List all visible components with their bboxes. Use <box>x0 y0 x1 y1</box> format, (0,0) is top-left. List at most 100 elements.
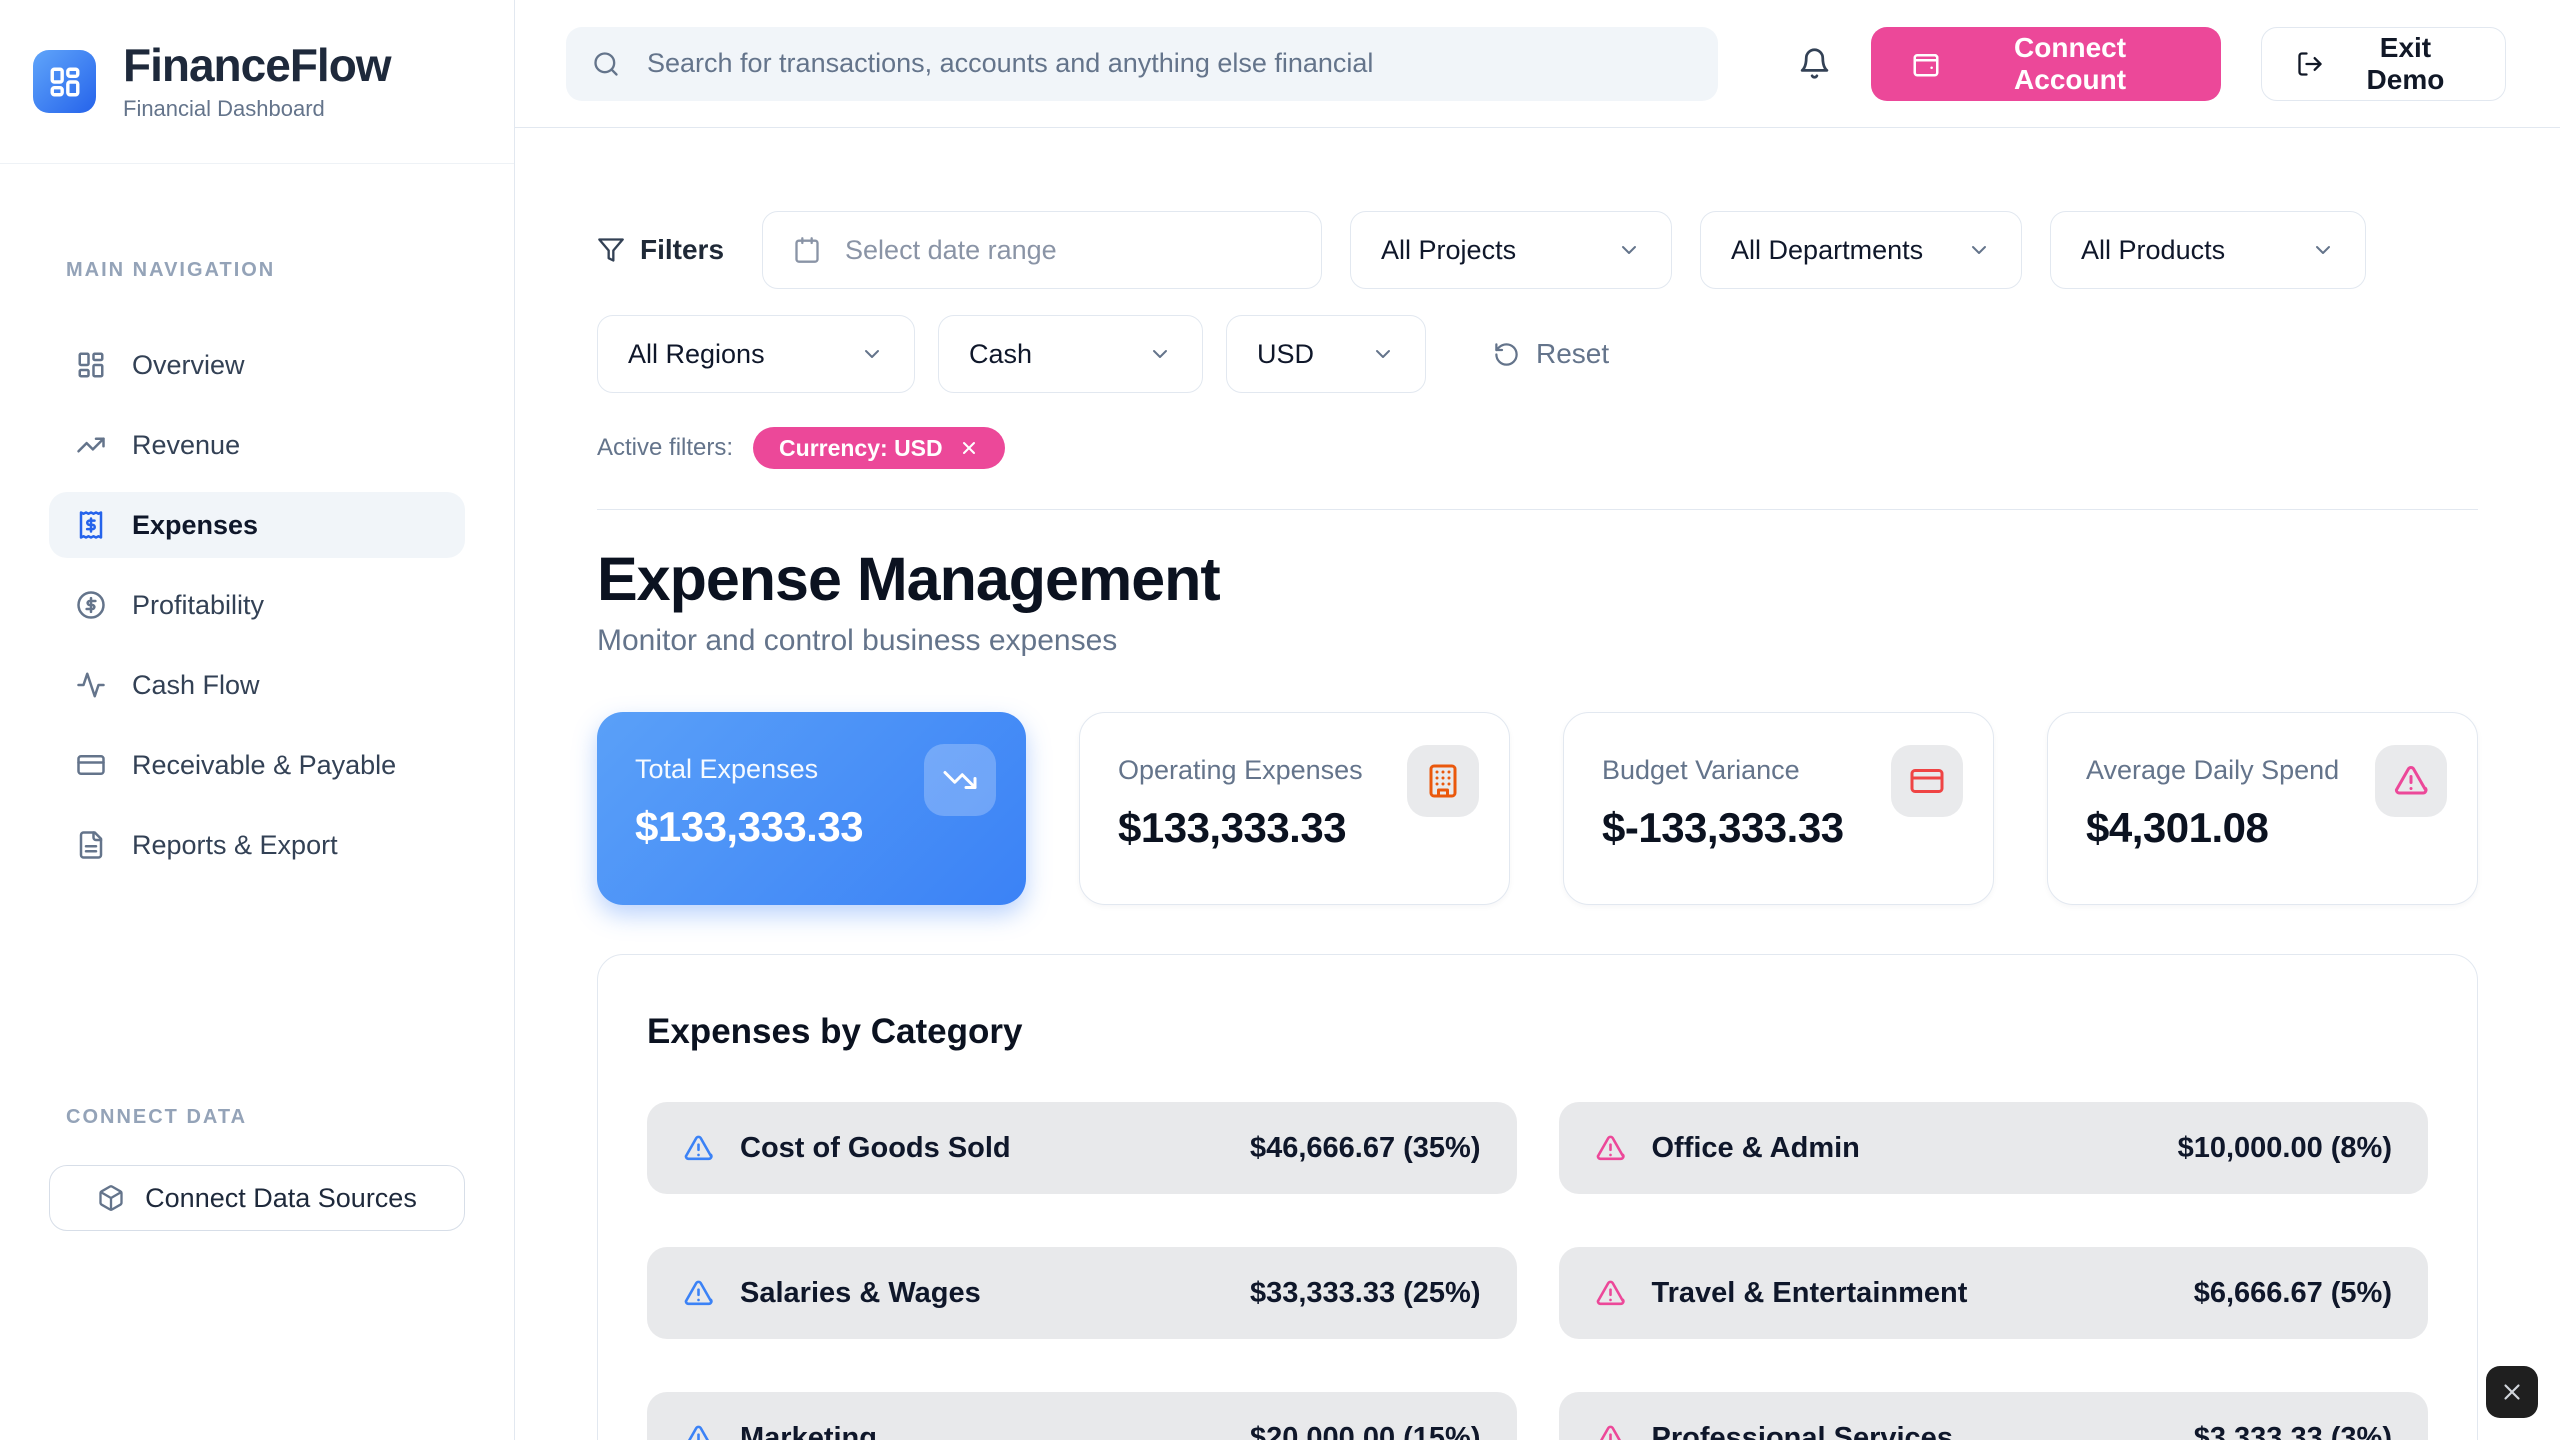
circle-dollar-icon <box>76 590 106 620</box>
active-filter-chip-currency[interactable]: Currency: USD <box>753 427 1005 469</box>
brand-block: FinanceFlow Financial Dashboard <box>0 0 514 164</box>
category-row-salaries-wages[interactable]: Salaries & Wages $33,333.33 (25%) <box>647 1247 1517 1339</box>
file-text-icon <box>76 830 106 860</box>
connect-data-heading: CONNECT DATA <box>66 1106 514 1129</box>
log-out-icon <box>2296 50 2324 78</box>
payment-method-filter-select[interactable]: Cash <box>938 315 1203 393</box>
date-range-picker[interactable]: Select date range <box>762 211 1322 289</box>
chevron-down-icon <box>1371 342 1395 366</box>
rotate-ccw-icon <box>1493 341 1520 368</box>
stat-card-average-daily-spend[interactable]: Average Daily Spend $4,301.08 <box>2047 712 2478 905</box>
category-name: Marketing <box>740 1422 877 1440</box>
search-input[interactable] <box>647 48 1692 79</box>
building-icon <box>1407 745 1479 817</box>
stat-card-budget-variance[interactable]: Budget Variance $-133,333.33 <box>1563 712 1994 905</box>
stat-card-total-expenses[interactable]: Total Expenses $133,333.33 <box>597 712 1026 905</box>
connect-account-label: Connect Account <box>1959 32 2181 96</box>
search-icon <box>592 50 620 78</box>
expenses-by-category-title: Expenses by Category <box>647 1012 2428 1052</box>
category-name: Cost of Goods Sold <box>740 1132 1011 1165</box>
category-row-cost-of-goods-sold[interactable]: Cost of Goods Sold $46,666.67 (35%) <box>647 1102 1517 1194</box>
sidebar-item-reports-export[interactable]: Reports & Export <box>49 812 465 878</box>
category-value: $33,333.33 (25%) <box>1250 1277 1481 1310</box>
global-search[interactable] <box>566 27 1718 101</box>
category-value: $6,666.67 (5%) <box>2194 1277 2392 1310</box>
trending-down-icon <box>924 744 996 816</box>
sidebar-item-label: Profitability <box>132 590 264 621</box>
brand-logo-icon <box>33 50 96 113</box>
category-row-travel-entertainment[interactable]: Travel & Entertainment $6,666.67 (5%) <box>1559 1247 2429 1339</box>
remove-filter-icon[interactable] <box>959 438 979 458</box>
expenses-by-category-card: Expenses by Category Cost of Goods Sold … <box>597 954 2478 1440</box>
main-content: Filters Select date range All Projects A… <box>515 128 2560 1440</box>
category-value: $20,000.00 (15%) <box>1250 1422 1481 1440</box>
currency-filter-value: USD <box>1257 339 1314 370</box>
stat-card-operating-expenses[interactable]: Operating Expenses $133,333.33 <box>1079 712 1510 905</box>
section-divider <box>597 509 2478 510</box>
sidebar-item-receivable-payable[interactable]: Receivable & Payable <box>49 732 465 798</box>
active-filter-chip-label: Currency: USD <box>779 435 943 462</box>
sidebar-item-cash-flow[interactable]: Cash Flow <box>49 652 465 718</box>
date-range-placeholder: Select date range <box>845 235 1057 266</box>
credit-card-icon <box>1891 745 1963 817</box>
category-row-marketing[interactable]: Marketing $20,000.00 (15%) <box>647 1392 1517 1440</box>
stats-row: Total Expenses $133,333.33 Operating Exp… <box>597 712 2478 905</box>
category-name: Travel & Entertainment <box>1652 1277 1968 1310</box>
wallet-icon <box>1911 49 1941 79</box>
category-row-office-admin[interactable]: Office & Admin $10,000.00 (8%) <box>1559 1102 2429 1194</box>
category-name: Salaries & Wages <box>740 1277 981 1310</box>
products-filter-select[interactable]: All Products <box>2050 211 2366 289</box>
category-value: $10,000.00 (8%) <box>2178 1132 2392 1165</box>
receipt-icon <box>76 510 106 540</box>
notifications-bell-icon[interactable] <box>1798 47 1831 80</box>
chevron-down-icon <box>1617 238 1641 262</box>
reset-filters-button[interactable]: Reset <box>1493 338 1609 370</box>
expenses-by-category-grid: Cost of Goods Sold $46,666.67 (35%) Offi… <box>647 1102 2428 1440</box>
sidebar-item-profitability[interactable]: Profitability <box>49 572 465 638</box>
projects-filter-select[interactable]: All Projects <box>1350 211 1672 289</box>
alert-triangle-icon <box>683 1423 714 1440</box>
sidebar-item-overview[interactable]: Overview <box>49 332 465 398</box>
close-overlay-button[interactable] <box>2486 1366 2538 1418</box>
alert-triangle-icon <box>1595 1133 1626 1164</box>
active-filters-label: Active filters: <box>597 434 733 462</box>
projects-filter-value: All Projects <box>1381 235 1516 266</box>
app-root: FinanceFlow Financial Dashboard MAIN NAV… <box>0 0 2560 1440</box>
sidebar-item-label: Reports & Export <box>132 830 338 861</box>
dashboard-grid-icon <box>76 350 106 380</box>
category-value: $3,333.33 (3%) <box>2194 1422 2392 1440</box>
main-navigation-heading: MAIN NAVIGATION <box>66 259 514 282</box>
chevron-down-icon <box>860 342 884 366</box>
right-pane: Connect Account Exit Demo Filters Select… <box>515 0 2560 1440</box>
main-navigation: Overview Revenue Expenses Profitability … <box>0 332 514 878</box>
products-filter-value: All Products <box>2081 235 2225 266</box>
chevron-down-icon <box>1148 342 1172 366</box>
alert-triangle-icon <box>683 1133 714 1164</box>
alert-triangle-icon <box>1595 1423 1626 1440</box>
regions-filter-value: All Regions <box>628 339 765 370</box>
exit-demo-label: Exit Demo <box>2340 32 2471 96</box>
sidebar-item-label: Receivable & Payable <box>132 750 396 781</box>
category-name: Professional Services <box>1652 1422 1953 1440</box>
exit-demo-button[interactable]: Exit Demo <box>2261 27 2506 101</box>
chevron-down-icon <box>1967 238 1991 262</box>
departments-filter-select[interactable]: All Departments <box>1700 211 2022 289</box>
package-icon <box>97 1184 125 1212</box>
page-title: Expense Management <box>597 544 2478 614</box>
currency-filter-select[interactable]: USD <box>1226 315 1426 393</box>
page-subtitle: Monitor and control business expenses <box>597 624 2478 658</box>
activity-icon <box>76 670 106 700</box>
filters-label-text: Filters <box>640 234 724 266</box>
category-row-professional-services[interactable]: Professional Services $3,333.33 (3%) <box>1559 1392 2429 1440</box>
active-filters-row: Active filters: Currency: USD <box>597 427 2478 469</box>
topbar: Connect Account Exit Demo <box>515 0 2560 128</box>
filters-bar-row2: All Regions Cash USD Reset <box>597 315 2478 393</box>
connect-data-sources-button[interactable]: Connect Data Sources <box>49 1165 465 1231</box>
connect-data-sources-label: Connect Data Sources <box>145 1183 417 1214</box>
regions-filter-select[interactable]: All Regions <box>597 315 915 393</box>
connect-account-button[interactable]: Connect Account <box>1871 27 2221 101</box>
sidebar-item-expenses[interactable]: Expenses <box>49 492 465 558</box>
alert-triangle-icon <box>2375 745 2447 817</box>
sidebar-item-revenue[interactable]: Revenue <box>49 412 465 478</box>
sidebar-item-label: Overview <box>132 350 245 381</box>
